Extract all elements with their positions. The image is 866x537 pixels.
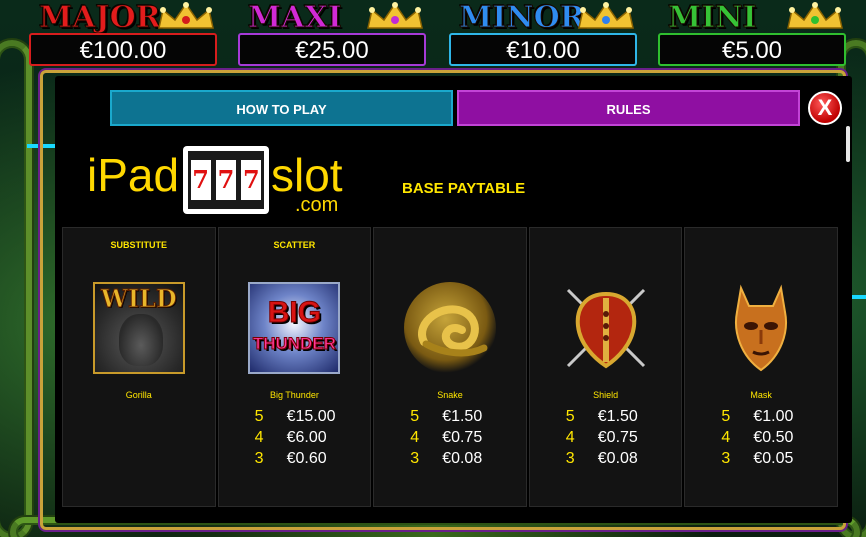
pay-row: 4 €0.75 <box>410 427 482 448</box>
symbol-name: Big Thunder <box>269 390 319 400</box>
close-button[interactable]: X <box>808 91 842 125</box>
symbol-name: Snake <box>437 390 463 400</box>
symbol-name: Shield <box>593 390 619 400</box>
pay-count: 3 <box>565 450 575 467</box>
symbol-name: Mask <box>750 390 772 400</box>
pay-value: €1.50 <box>442 408 483 425</box>
pay-row: 3 €0.05 <box>721 448 793 469</box>
pay-count: 4 <box>254 429 264 446</box>
pay-value: €0.05 <box>753 450 794 467</box>
pay-row: 4 €0.75 <box>566 427 638 448</box>
pay-count: 4 <box>565 429 575 446</box>
pay-table: 5 €1.50 4 €0.75 3 €0.08 <box>566 406 638 469</box>
reel-symbol: 7 <box>215 160 236 200</box>
slot-reel-icon: 7 7 7 <box>183 146 269 214</box>
pay-value: €0.75 <box>442 429 483 446</box>
pay-row: 5 €15.00 <box>255 406 336 427</box>
big-thunder-label-bottom: THUNDER <box>252 334 336 354</box>
ipadslot-logo: iPad 7 7 7 slot .com <box>87 146 377 220</box>
paytable-grid: SUBSTITUTE WILD Gorilla SCATTER BIG THUN… <box>62 227 838 507</box>
pay-count: 5 <box>410 408 420 425</box>
tab-how-to-play[interactable]: HOW TO PLAY <box>110 90 453 126</box>
logo-domain: .com <box>295 194 339 216</box>
gorilla-wild-icon: WILD <box>92 282 185 374</box>
mask-icon <box>715 282 807 374</box>
symbol-card-snake: Snake 5 €1.50 4 €0.75 3 €0.08 <box>373 227 527 507</box>
jackpot-mini-title: MINI <box>668 0 758 35</box>
pay-row: 3 €0.08 <box>410 448 482 469</box>
pay-count: 4 <box>410 429 420 446</box>
pay-count: 3 <box>254 450 264 467</box>
pay-row: 3 €0.60 <box>255 448 336 469</box>
pay-row: 4 €0.50 <box>721 427 793 448</box>
reel-frame-accent <box>852 295 866 299</box>
pay-value: €0.08 <box>597 450 638 467</box>
pay-value: €0.75 <box>597 429 638 446</box>
logo-text-left: iPad <box>87 149 180 201</box>
crown-icon <box>578 2 634 29</box>
pay-value: €0.50 <box>753 429 794 446</box>
gorilla-face-icon <box>118 314 163 366</box>
pay-count: 3 <box>721 450 731 467</box>
pay-value: €1.50 <box>597 408 638 425</box>
jackpot-maxi: MAXI €25.00 <box>236 0 428 68</box>
pay-row: 3 €0.08 <box>566 448 638 469</box>
pay-count: 5 <box>721 408 731 425</box>
scrollbar-thumb[interactable] <box>846 126 850 162</box>
pay-value: €1.00 <box>753 408 794 425</box>
tab-rules[interactable]: RULES <box>457 90 800 126</box>
jackpot-major: MAJOR €100.00 <box>27 0 219 68</box>
pay-row: 5 €1.50 <box>410 406 482 427</box>
reel-symbol: 7 <box>241 160 262 200</box>
pay-value: €15.00 <box>286 408 336 425</box>
jackpot-maxi-amount: €25.00 <box>238 33 426 66</box>
jackpot-minor-amount: €10.00 <box>449 33 637 66</box>
vine-left-decoration <box>0 40 32 537</box>
crown-icon <box>158 2 214 29</box>
jackpot-mini: MINI €5.00 <box>656 0 848 68</box>
pay-table: 5 €15.00 4 €6.00 3 €0.60 <box>255 406 336 469</box>
reel-symbol: 7 <box>190 160 211 200</box>
symbol-card-gorilla: SUBSTITUTE WILD Gorilla <box>62 227 216 507</box>
pay-table: 5 €1.00 4 €0.50 3 €0.05 <box>721 406 793 469</box>
symbol-card-shield: Shield 5 €1.50 4 €0.75 3 €0.08 <box>528 227 683 507</box>
symbol-card-mask: Mask 5 €1.00 4 €0.50 3 €0.05 <box>684 227 838 507</box>
pay-count: 3 <box>410 450 420 467</box>
pay-row: 4 €6.00 <box>255 427 336 448</box>
jackpot-minor: MINOR €10.00 <box>447 0 639 68</box>
jackpot-mini-amount: €5.00 <box>658 33 846 66</box>
crown-icon <box>367 2 423 29</box>
jackpot-major-amount: €100.00 <box>29 33 217 66</box>
symbol-category: SUBSTITUTE <box>110 240 168 250</box>
jackpot-maxi-title: MAXI <box>248 0 343 35</box>
big-thunder-label-top: BIG <box>267 296 322 330</box>
paytable-title: BASE PAYTABLE <box>402 180 526 197</box>
pay-table: 5 €1.50 4 €0.75 3 €0.08 <box>410 406 482 469</box>
wild-label: WILD <box>100 284 177 314</box>
symbol-card-big-thunder: SCATTER BIG THUNDER Big Thunder 5 €15.00 … <box>217 227 372 507</box>
pay-value: €6.00 <box>286 429 327 446</box>
crown-icon <box>787 2 843 29</box>
pay-count: 5 <box>254 408 264 425</box>
symbol-category: SCATTER <box>273 240 316 250</box>
pay-row: 5 €1.00 <box>721 406 793 427</box>
big-thunder-icon: BIG THUNDER <box>248 282 341 374</box>
pay-count: 5 <box>565 408 575 425</box>
pay-count: 4 <box>721 429 731 446</box>
shield-icon <box>560 282 652 374</box>
pay-value: €0.08 <box>442 450 483 467</box>
jackpot-major-title: MAJOR <box>39 0 162 35</box>
pay-value: €0.60 <box>286 450 327 467</box>
jackpot-bar: MAJOR €100.00 MAXI €25.00 MINOR €10.00 M… <box>0 0 866 68</box>
jackpot-minor-title: MINOR <box>459 0 586 35</box>
symbol-name: Gorilla <box>125 390 152 400</box>
snake-icon <box>403 282 496 374</box>
pay-row: 5 €1.50 <box>566 406 638 427</box>
